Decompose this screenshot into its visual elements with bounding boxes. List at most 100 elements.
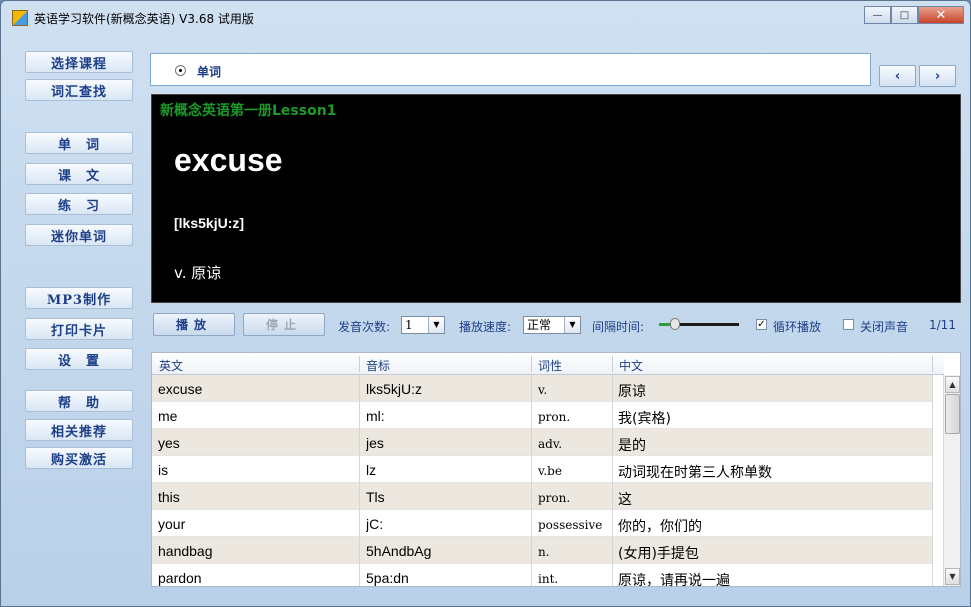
table-row[interactable]: me ml: pron. 我(宾格) xyxy=(152,402,932,429)
word-pos: pron. xyxy=(538,491,571,505)
mode-panel: 单词 xyxy=(150,53,871,86)
maximize-button[interactable]: □ xyxy=(891,6,918,24)
table-row[interactable]: excuse lks5kjU:z v. 原谅 xyxy=(152,375,932,402)
mini-words-button[interactable]: 迷你单词 xyxy=(25,224,133,246)
word-display: 新概念英语第一册Lesson1 excuse [lks5kjU:z] v. 原谅 xyxy=(151,94,961,303)
header-divider[interactable] xyxy=(359,356,360,372)
current-phonetic: [lks5kjU:z] xyxy=(174,215,245,231)
prev-button[interactable]: ‹ xyxy=(879,65,916,87)
header-phonetic[interactable]: 音标 xyxy=(366,357,390,374)
word-chinese: 你的，你们的 xyxy=(618,519,702,535)
stop-button[interactable]: 停止 xyxy=(243,313,325,336)
chevron-down-icon[interactable]: ▼ xyxy=(428,317,444,333)
table-row[interactable]: is lz v.be 动词现在时第三人称单数 xyxy=(152,456,932,483)
word-phonetic: Tls xyxy=(366,489,385,505)
table-row[interactable]: handbag 5hAndbAg n. (女用)手提包 xyxy=(152,537,932,564)
window-controls: — □ ✕ xyxy=(864,6,964,24)
app-icon xyxy=(12,10,28,26)
lesson-title: 新概念英语第一册Lesson1 xyxy=(160,103,337,119)
text-button[interactable]: 课 文 xyxy=(25,163,133,185)
column-divider xyxy=(359,375,360,586)
speed-label: 播放速度: xyxy=(459,320,512,334)
table-row[interactable]: this Tls pron. 这 xyxy=(152,483,932,510)
words-button[interactable]: 单 词 xyxy=(25,132,133,154)
word-english: handbag xyxy=(158,543,213,559)
word-table: 英文 音标 词性 中文 excuse lks5kjU:z v. 原谅 me ml: pron… xyxy=(151,352,961,587)
header-pos[interactable]: 词性 xyxy=(538,357,562,374)
scroll-down-icon[interactable]: ▼ xyxy=(945,568,960,585)
word-pos: pron. xyxy=(538,410,571,424)
loop-label[interactable]: 循环播放 xyxy=(773,318,821,335)
minimize-button[interactable]: — xyxy=(864,6,891,24)
loop-checkbox[interactable]: ✓ xyxy=(756,319,767,330)
table-row[interactable]: pardon 5pa:dn int. 原谅，请再说一遍 xyxy=(152,564,932,587)
column-divider xyxy=(531,375,532,586)
next-button[interactable]: › xyxy=(919,65,956,87)
word-pos: v. xyxy=(538,383,548,397)
word-pos: possessive xyxy=(538,518,603,532)
word-phonetic: 5pa:dn xyxy=(366,570,409,586)
title-bar: 英语学习软件(新概念英语) V3.68 试用版 — □ ✕ xyxy=(1,1,970,33)
app-window: 英语学习软件(新概念英语) V3.68 试用版 — □ ✕ 选择课程 词汇查找 … xyxy=(0,0,971,607)
mp3-make-button[interactable]: MP3制作 xyxy=(25,287,133,309)
word-english: is xyxy=(158,462,169,478)
mute-checkbox[interactable] xyxy=(843,319,854,330)
mode-label[interactable]: 单词 xyxy=(197,63,221,80)
header-divider[interactable] xyxy=(932,356,933,372)
word-chinese: 原谅，请再说一遍 xyxy=(618,573,730,587)
select-course-button[interactable]: 选择课程 xyxy=(25,51,133,73)
vertical-scrollbar[interactable]: ▲ ▼ xyxy=(943,375,960,586)
chevron-down-icon[interactable]: ▼ xyxy=(564,317,580,333)
header-divider[interactable] xyxy=(612,356,613,372)
word-english: me xyxy=(158,408,178,424)
interval-slider-thumb[interactable] xyxy=(670,318,680,330)
word-pos: v.be xyxy=(538,464,562,478)
word-phonetic: ml: xyxy=(366,408,385,424)
word-chinese: 动词现在时第三人称单数 xyxy=(618,465,772,481)
word-pos: adv. xyxy=(538,437,563,451)
word-chinese: (女用)手提包 xyxy=(618,546,699,562)
current-meaning: v. 原谅 xyxy=(174,264,222,282)
header-divider[interactable] xyxy=(531,356,532,372)
repeat-select[interactable]: 1 ▼ xyxy=(401,316,445,334)
interval-label: 间隔时间: xyxy=(592,320,645,334)
word-phonetic: 5hAndbAg xyxy=(366,543,432,559)
play-button[interactable]: 播放 xyxy=(153,313,235,336)
column-divider xyxy=(612,375,613,586)
word-english: your xyxy=(158,516,186,532)
table-row[interactable]: yes jes adv. 是的 xyxy=(152,429,932,456)
word-phonetic: lz xyxy=(366,462,377,478)
help-button[interactable]: 帮 助 xyxy=(25,390,133,412)
word-phonetic: lks5kjU:z xyxy=(366,381,423,397)
word-english: yes xyxy=(158,435,180,451)
speed-select[interactable]: 正常 ▼ xyxy=(523,316,581,334)
exercise-button[interactable]: 练 习 xyxy=(25,193,133,215)
header-english[interactable]: 英文 xyxy=(159,357,183,374)
table-row[interactable]: your jC: possessive 你的，你们的 xyxy=(152,510,932,537)
recommend-button[interactable]: 相关推荐 xyxy=(25,419,133,441)
header-chinese[interactable]: 中文 xyxy=(619,357,643,374)
scroll-up-icon[interactable]: ▲ xyxy=(945,376,960,393)
word-english: this xyxy=(158,489,180,505)
window-title: 英语学习软件(新概念英语) V3.68 试用版 xyxy=(34,12,254,26)
mute-label[interactable]: 关闭声音 xyxy=(860,318,908,335)
interval-slider[interactable] xyxy=(659,318,739,330)
close-button[interactable]: ✕ xyxy=(918,6,964,24)
current-word: excuse xyxy=(174,142,283,178)
vocab-search-button[interactable]: 词汇查找 xyxy=(25,79,133,101)
print-cards-button[interactable]: 打印卡片 xyxy=(25,318,133,340)
word-chinese: 是的 xyxy=(618,438,646,454)
settings-button[interactable]: 设 置 xyxy=(25,348,133,370)
word-phonetic: jC: xyxy=(366,516,384,532)
repeat-label: 发音次数: xyxy=(338,320,391,334)
word-pos: int. xyxy=(538,572,559,586)
buy-activate-button[interactable]: 购买激活 xyxy=(25,447,133,469)
word-chinese: 我(宾格) xyxy=(618,411,671,427)
word-phonetic: jes xyxy=(366,435,384,451)
table-header: 英文 音标 词性 中文 xyxy=(152,353,944,375)
radio-selected-icon[interactable] xyxy=(175,65,186,76)
speed-value: 正常 xyxy=(527,318,552,332)
scroll-thumb[interactable] xyxy=(945,394,960,434)
word-pos: n. xyxy=(538,545,550,559)
repeat-value: 1 xyxy=(405,318,413,332)
